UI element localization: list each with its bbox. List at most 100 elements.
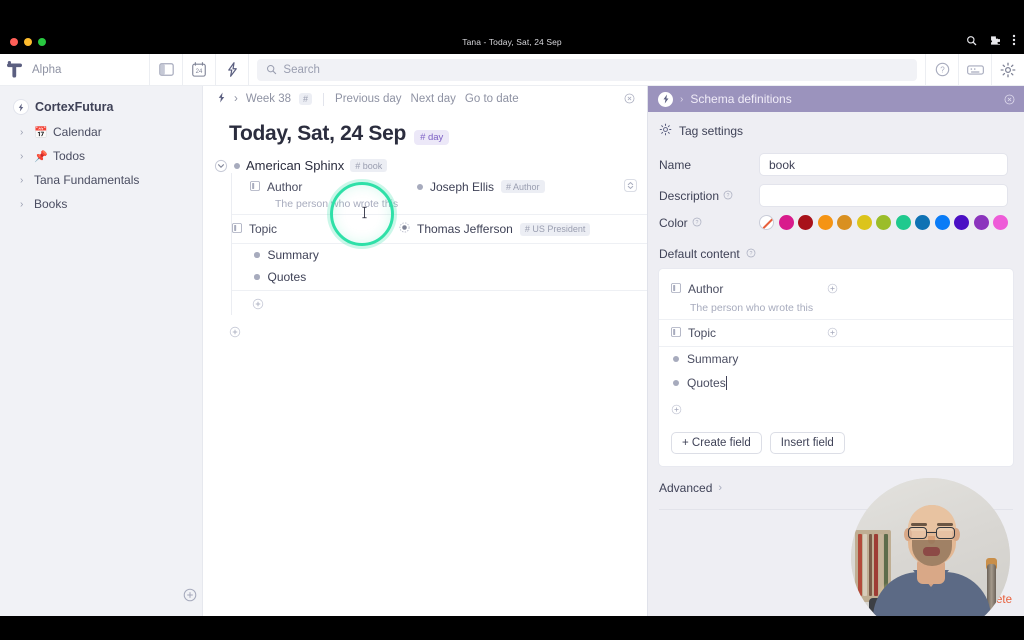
sidebar-item-tana-fundamentals[interactable]: › Tana Fundamentals bbox=[0, 168, 202, 192]
color-swatch-9[interactable] bbox=[954, 215, 969, 230]
color-swatch-1[interactable] bbox=[798, 215, 813, 230]
field-value[interactable]: Joseph Ellis # Author bbox=[417, 180, 545, 194]
page-tag-day[interactable]: # day bbox=[414, 130, 450, 145]
go-to-date-button[interactable]: Go to date bbox=[465, 93, 519, 105]
keyboard-icon[interactable] bbox=[959, 54, 991, 86]
color-swatch-10[interactable] bbox=[973, 215, 989, 230]
help-circle-icon[interactable]: ? bbox=[746, 247, 756, 261]
next-day-button[interactable]: Next day bbox=[411, 93, 456, 105]
node-bullet[interactable] bbox=[234, 162, 240, 169]
color-swatch-5[interactable] bbox=[876, 215, 891, 230]
default-field-author[interactable]: Author The person who wrote this bbox=[659, 276, 1013, 320]
sidebar-workspace-cortexfutura[interactable]: CortexFutura bbox=[0, 94, 202, 120]
description-label-wrap: Description ? bbox=[659, 189, 759, 203]
workspace-name: CortexFutura bbox=[35, 100, 114, 114]
lightning-icon[interactable] bbox=[216, 54, 248, 86]
kebab-menu-icon[interactable] bbox=[1012, 34, 1016, 46]
color-swatch-7[interactable] bbox=[915, 215, 930, 230]
sidebar-item-books[interactable]: › Books bbox=[0, 192, 202, 216]
sidebar-toggle-icon[interactable] bbox=[150, 54, 182, 86]
sidebar-item-todos[interactable]: › 📌 Todos bbox=[0, 144, 202, 168]
default-bullet-label[interactable]: Summary bbox=[687, 352, 738, 366]
default-field-author-row[interactable]: Author bbox=[659, 276, 1013, 302]
workspace-avatar-icon bbox=[14, 100, 28, 114]
outline-children: Author Joseph Ellis # Author The person … bbox=[231, 173, 647, 315]
chevron-right-icon[interactable]: › bbox=[20, 151, 28, 162]
calendar-emoji-icon: 📅 bbox=[34, 126, 48, 139]
tana-logo[interactable] bbox=[0, 61, 28, 78]
value-bullet-ring[interactable] bbox=[399, 220, 410, 238]
breadcrumb-hash-badge[interactable]: # bbox=[299, 93, 313, 105]
help-circle-icon[interactable]: ? bbox=[723, 189, 733, 203]
field-value[interactable]: Thomas Jefferson # US President bbox=[399, 220, 591, 238]
field-value-tag[interactable]: # US President bbox=[519, 222, 591, 236]
pin-emoji-icon: 📌 bbox=[34, 150, 48, 163]
name-input[interactable]: book bbox=[759, 153, 1008, 176]
color-swatch-0[interactable] bbox=[778, 215, 794, 230]
field-value-text[interactable]: Joseph Ellis bbox=[430, 180, 494, 194]
color-swatch-11[interactable] bbox=[993, 215, 1008, 230]
color-swatch-3[interactable] bbox=[837, 215, 852, 230]
outline-add-child-button[interactable] bbox=[232, 290, 647, 315]
help-circle-icon[interactable]: ? bbox=[926, 54, 958, 86]
gear-icon[interactable] bbox=[992, 54, 1024, 86]
tag-settings-label: Tag settings bbox=[679, 124, 744, 138]
default-content-box: Author The person who wrote this Topic S… bbox=[658, 268, 1014, 467]
color-swatch-2[interactable] bbox=[817, 215, 833, 230]
default-bullet-label[interactable]: Quotes bbox=[687, 376, 727, 390]
collapse-toggle-icon[interactable] bbox=[213, 158, 228, 173]
field-value-text[interactable]: Thomas Jefferson bbox=[417, 222, 513, 236]
default-field-topic[interactable]: Topic bbox=[659, 320, 1013, 347]
field-topic[interactable]: Topic Thomas Jefferson # US President bbox=[232, 215, 647, 244]
default-field-name[interactable]: Author bbox=[688, 282, 723, 296]
node-tag-book[interactable]: # book bbox=[350, 159, 388, 172]
default-content-label: Default content bbox=[659, 247, 740, 261]
color-swatch-4[interactable] bbox=[856, 215, 872, 230]
chevron-right-icon[interactable]: › bbox=[20, 127, 28, 138]
outline-bullet-quotes[interactable]: Quotes bbox=[232, 266, 647, 288]
color-swatch-6[interactable] bbox=[895, 215, 911, 230]
sidebar-add-button[interactable] bbox=[183, 588, 197, 602]
field-stepper[interactable] bbox=[624, 179, 637, 197]
chevron-right-icon[interactable]: › bbox=[20, 175, 28, 186]
node-title[interactable]: American Sphinx bbox=[246, 158, 344, 173]
panel-close-icon[interactable] bbox=[1004, 92, 1015, 110]
insert-field-button[interactable]: Insert field bbox=[769, 432, 845, 454]
bullet-icon[interactable] bbox=[254, 252, 260, 258]
plus-circle-icon bbox=[183, 588, 197, 602]
breadcrumb-week[interactable]: Week 38 bbox=[246, 93, 291, 105]
page-title[interactable]: Today, Sat, 24 Sep bbox=[229, 122, 406, 146]
description-input[interactable] bbox=[759, 184, 1008, 207]
color-swatch-8[interactable] bbox=[934, 215, 950, 230]
bullet-label[interactable]: Summary bbox=[268, 248, 319, 262]
sidebar-item-calendar[interactable]: › 📅 Calendar bbox=[0, 120, 202, 144]
breadcrumb: › Week 38 # Previous day Next day Go to … bbox=[203, 86, 647, 112]
default-content-add-button[interactable] bbox=[659, 395, 1013, 420]
bullet-icon[interactable] bbox=[673, 356, 679, 362]
chevron-right-icon[interactable]: › bbox=[20, 199, 28, 210]
search-input[interactable]: Search bbox=[257, 58, 917, 81]
default-bullet-summary[interactable]: Summary bbox=[659, 347, 1013, 371]
add-value-icon[interactable] bbox=[827, 281, 838, 299]
bullet-icon[interactable] bbox=[673, 380, 679, 386]
calendar-24-icon[interactable]: 24 bbox=[183, 54, 215, 86]
color-swatch-none[interactable] bbox=[759, 215, 774, 230]
help-circle-icon[interactable]: ? bbox=[692, 216, 702, 230]
previous-day-button[interactable]: Previous day bbox=[335, 93, 401, 105]
field-author-row[interactable]: Author Joseph Ellis # Author bbox=[250, 176, 647, 197]
add-value-icon[interactable] bbox=[827, 325, 838, 343]
close-circle-icon[interactable] bbox=[624, 93, 635, 107]
outline-node-american-sphinx[interactable]: American Sphinx # book bbox=[203, 158, 647, 173]
value-bullet[interactable] bbox=[417, 183, 423, 190]
bullet-icon[interactable] bbox=[254, 274, 260, 280]
create-field-button[interactable]: + Create field bbox=[671, 432, 762, 454]
bullet-label[interactable]: Quotes bbox=[268, 270, 307, 284]
outline-add-root-button[interactable] bbox=[203, 315, 647, 343]
outline-bullet-summary[interactable]: Summary bbox=[232, 244, 647, 266]
default-bullet-quotes[interactable]: Quotes bbox=[659, 371, 1013, 395]
default-field-name[interactable]: Topic bbox=[688, 326, 716, 340]
field-value-tag[interactable]: # Author bbox=[501, 180, 545, 193]
puzzle-icon[interactable] bbox=[989, 35, 1000, 46]
search-icon[interactable] bbox=[966, 35, 977, 46]
tana-home-icon[interactable] bbox=[217, 92, 226, 106]
